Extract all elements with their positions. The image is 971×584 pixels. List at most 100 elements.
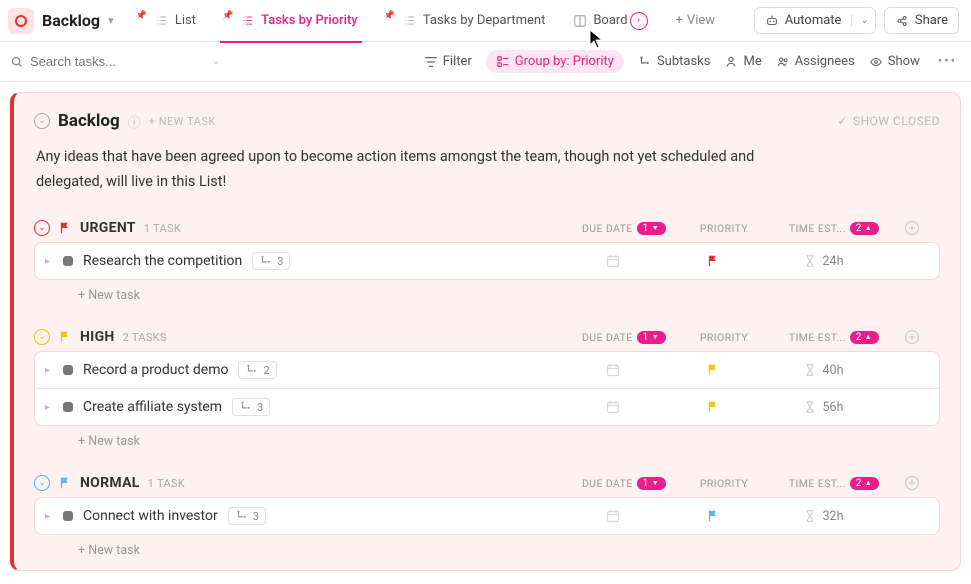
- task-time-estimate-cell[interactable]: 40h: [753, 363, 893, 378]
- column-due-date[interactable]: DUE DATE 1▼: [564, 331, 684, 344]
- task-row[interactable]: ▸Create affiliate system356h: [35, 389, 939, 425]
- me-button[interactable]: Me: [724, 54, 761, 69]
- assignees-button[interactable]: Assignees: [776, 54, 855, 69]
- breadcrumb-caret-icon[interactable]: ▾: [108, 14, 114, 27]
- expand-task-icon[interactable]: ▸: [45, 402, 59, 413]
- subtask-count-button[interactable]: 3: [232, 398, 270, 416]
- expand-task-icon[interactable]: ▸: [45, 256, 59, 267]
- add-column-button[interactable]: [904, 220, 940, 236]
- pin-icon: 📌: [384, 11, 395, 21]
- task-table: ▸Research the competition324h: [34, 242, 940, 280]
- status-box-icon[interactable]: [63, 365, 73, 375]
- collapse-group-icon[interactable]: ⌄: [34, 475, 50, 491]
- column-due-date[interactable]: DUE DATE 1▼: [564, 477, 684, 490]
- status-box-icon[interactable]: [63, 256, 73, 266]
- task-time-estimate-cell[interactable]: 56h: [753, 400, 893, 415]
- subtask-count-button[interactable]: 3: [252, 252, 290, 270]
- people-icon: [776, 55, 790, 69]
- more-menu-button[interactable]: •••: [934, 54, 961, 69]
- eye-icon: [869, 55, 883, 69]
- task-table: ▸Connect with investor332h: [34, 497, 940, 535]
- task-priority-cell[interactable]: [673, 363, 753, 377]
- board-go-icon[interactable]: ›: [630, 12, 648, 30]
- task-due-date-cell[interactable]: [553, 253, 673, 269]
- add-view-button[interactable]: + View: [664, 0, 728, 42]
- group-header: ⌄NORMAL1 TASKDUE DATE 1▼PRIORITYTIME EST…: [34, 475, 940, 491]
- collapse-group-icon[interactable]: ⌄: [34, 329, 50, 345]
- column-priority[interactable]: PRIORITY: [684, 222, 764, 235]
- pin-icon: 📌: [222, 11, 233, 21]
- new-task-button[interactable]: + New task: [34, 426, 940, 449]
- breadcrumb-title[interactable]: Backlog: [42, 11, 100, 30]
- top-toolbar: Backlog ▾ 📌 List 📌 Tasks by Priority 📌 T…: [0, 0, 971, 42]
- status-box-icon[interactable]: [63, 402, 73, 412]
- column-time-estimate[interactable]: TIME EST... 2▲: [764, 331, 904, 344]
- status-box-icon[interactable]: [63, 511, 73, 521]
- new-task-button[interactable]: + New task: [34, 535, 940, 558]
- filter-icon: [424, 55, 438, 69]
- column-priority[interactable]: PRIORITY: [684, 331, 764, 344]
- subtask-count-button[interactable]: 3: [228, 507, 266, 525]
- search-input[interactable]: [30, 54, 180, 69]
- sort-badge: 1▼: [637, 331, 666, 344]
- column-due-date[interactable]: DUE DATE 1▼: [564, 222, 684, 235]
- task-time-estimate-cell[interactable]: 24h: [753, 254, 893, 269]
- view-tab-tasks-by-department[interactable]: 📌 Tasks by Department: [374, 0, 558, 42]
- add-column-button[interactable]: [904, 475, 940, 491]
- share-button[interactable]: Share: [884, 7, 959, 34]
- chevron-down-icon[interactable]: ⌄: [212, 56, 220, 67]
- search-box[interactable]: ⌄: [10, 54, 220, 69]
- group-name: URGENT: [80, 220, 136, 236]
- pin-icon: 📌: [136, 11, 147, 21]
- task-due-date-cell[interactable]: [553, 362, 673, 378]
- show-closed-button[interactable]: ✓ SHOW CLOSED: [837, 114, 940, 128]
- expand-task-icon[interactable]: ▸: [45, 511, 59, 522]
- group-icon: [496, 55, 510, 69]
- new-task-header-button[interactable]: + NEW TASK: [149, 115, 216, 128]
- task-time-estimate-cell[interactable]: 32h: [753, 509, 893, 524]
- task-row[interactable]: ▸Research the competition324h: [35, 243, 939, 279]
- show-button[interactable]: Show: [869, 54, 920, 69]
- board-icon: [573, 14, 587, 28]
- priority-flag-icon: [706, 254, 720, 268]
- subtask-count-button[interactable]: 2: [238, 361, 276, 379]
- view-tab-label: List: [175, 13, 196, 28]
- new-task-button[interactable]: + New task: [34, 280, 940, 303]
- chevron-down-icon[interactable]: ⌄: [851, 15, 868, 26]
- collapse-list-icon[interactable]: ⌄: [34, 113, 50, 129]
- subtasks-button[interactable]: Subtasks: [638, 54, 711, 69]
- automate-button[interactable]: Automate ⌄: [754, 7, 876, 34]
- task-due-date-cell[interactable]: [553, 508, 673, 524]
- check-icon: ✓: [837, 114, 848, 128]
- group-by-button[interactable]: Group by: Priority: [486, 50, 624, 73]
- task-due-date-cell[interactable]: [553, 399, 673, 415]
- subtasks-icon: [638, 55, 652, 69]
- task-priority-cell[interactable]: [673, 254, 753, 268]
- logo-circle-icon: [15, 15, 27, 27]
- sort-badge: 1▼: [637, 222, 666, 235]
- view-tab-list[interactable]: 📌 List: [126, 0, 208, 42]
- search-icon: [10, 55, 24, 69]
- collapse-group-icon[interactable]: ⌄: [34, 220, 50, 236]
- column-time-estimate[interactable]: TIME EST... 2▲: [764, 477, 904, 490]
- task-row[interactable]: ▸Record a product demo240h: [35, 352, 939, 389]
- task-priority-cell[interactable]: [673, 400, 753, 414]
- robot-icon: [765, 14, 779, 28]
- column-priority[interactable]: PRIORITY: [684, 477, 764, 490]
- info-icon[interactable]: ⓘ: [128, 112, 141, 131]
- filter-button[interactable]: Filter: [424, 54, 472, 69]
- hourglass-icon: [803, 400, 817, 414]
- view-tab-tasks-by-priority[interactable]: 📌 Tasks by Priority: [212, 0, 370, 42]
- list-title: Backlog: [58, 111, 120, 131]
- expand-task-icon[interactable]: ▸: [45, 365, 59, 376]
- add-column-button[interactable]: [904, 329, 940, 345]
- column-time-estimate[interactable]: TIME EST... 2▲: [764, 222, 904, 235]
- task-row[interactable]: ▸Connect with investor332h: [35, 498, 939, 534]
- group-task-count: 2 TASKS: [123, 331, 167, 344]
- list-icon: [155, 14, 169, 28]
- list-card: ⌄ Backlog ⓘ + NEW TASK ✓ SHOW CLOSED Any…: [10, 92, 961, 571]
- task-priority-cell[interactable]: [673, 509, 753, 523]
- app-logo[interactable]: [8, 8, 34, 34]
- view-tab-board[interactable]: Board ›: [561, 0, 659, 42]
- priority-group: ⌄HIGH2 TASKSDUE DATE 1▼PRIORITYTIME EST.…: [34, 329, 940, 449]
